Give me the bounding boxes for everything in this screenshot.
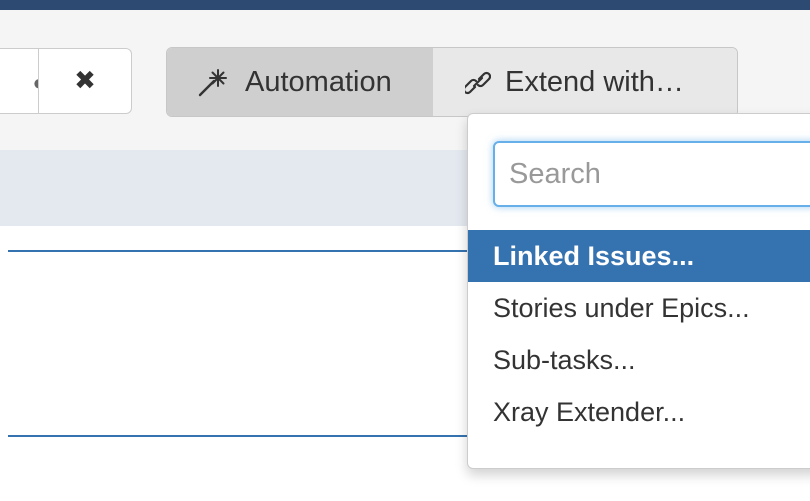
row-divider [8,435,478,437]
menu-item-sub-tasks[interactable]: Sub-tasks... [468,334,810,386]
link-icon [465,67,491,97]
menu-item-xray-extender[interactable]: Xray Extender... [468,386,810,438]
toolbar-button-group: Automation Extend with… [166,47,738,117]
automation-button[interactable]: Automation [167,48,433,116]
menu-item-stories-under-epics[interactable]: Stories under Epics... [468,282,810,334]
menu-item-linked-issues[interactable]: Linked Issues... [468,230,810,282]
partial-button-glyph: ◖ [30,73,38,93]
magic-wand-icon [197,67,231,97]
extend-with-button[interactable]: Extend with… [433,48,737,116]
automation-label: Automation [245,65,392,98]
app-header-bar [0,0,810,10]
row-divider [8,250,478,252]
previous-toolbar-button[interactable]: ◖ [0,48,38,114]
search-input[interactable] [493,141,810,207]
close-button[interactable]: ✖ [38,48,132,114]
dropdown-menu-list: Linked Issues... Stories under Epics... … [468,230,810,438]
extend-with-label: Extend with… [505,65,684,98]
close-icon: ✖ [74,66,96,96]
extend-with-dropdown: Linked Issues... Stories under Epics... … [467,113,810,469]
